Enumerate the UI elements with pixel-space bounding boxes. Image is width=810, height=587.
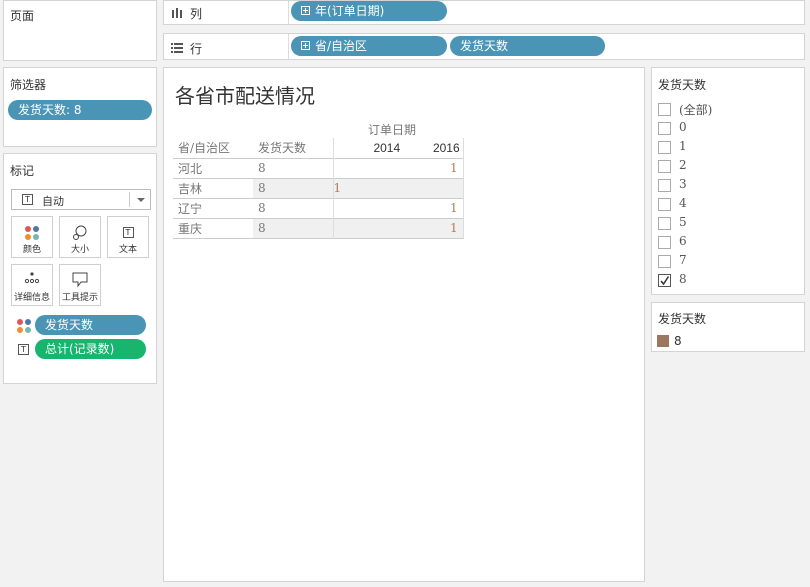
- filter-option-label[interactable]: 2: [679, 158, 687, 172]
- days-cell: 8: [258, 201, 266, 215]
- color-field-icon: [16, 318, 32, 334]
- column-header-label: 订单日期: [368, 123, 417, 137]
- chevron-down-icon[interactable]: [137, 198, 145, 202]
- filter-option-label[interactable]: 0: [679, 120, 687, 134]
- label-field-icon: T: [18, 344, 29, 355]
- province-cell: 重庆: [173, 218, 253, 238]
- filters-title: 筛选器: [10, 78, 47, 92]
- marks-pill-record-count[interactable]: 总计(记录数): [35, 339, 146, 359]
- filter-checkbox[interactable]: [658, 217, 671, 230]
- columns-label: 列: [190, 7, 203, 21]
- detail-button-label: 详细信息: [13, 293, 50, 303]
- text-mark-icon: T: [22, 194, 33, 205]
- tooltip-icon: [60, 272, 100, 290]
- filter-checkbox[interactable]: [658, 236, 671, 249]
- filter-option-label[interactable]: (全部): [679, 101, 712, 118]
- filter-pill-ship-days[interactable]: 发货天数: 8: [8, 100, 152, 120]
- table-row: 辽宁 8 1: [173, 198, 464, 218]
- province-cell: 吉林: [173, 178, 253, 198]
- legend-swatch[interactable]: [657, 335, 669, 347]
- tooltip-button-label: 工具提示: [61, 293, 98, 303]
- marks-pill-ship-days[interactable]: 发货天数: [35, 315, 146, 335]
- days-cell: 8: [258, 221, 266, 235]
- year-header-2014[interactable]: 2014: [332, 138, 404, 158]
- pages-card[interactable]: 页面: [3, 0, 157, 61]
- size-icon: [60, 224, 100, 242]
- value-cell[interactable]: 1: [332, 178, 404, 198]
- mark-type-value: 自动: [42, 195, 64, 208]
- column-pill-label: 年(订单日期): [315, 4, 385, 18]
- filter-option-label[interactable]: 3: [679, 177, 687, 191]
- detail-icon: [12, 272, 52, 290]
- filter-pill-label: 发货天数: 8: [18, 103, 82, 117]
- expand-icon[interactable]: [301, 6, 310, 15]
- row-pill-label: 发货天数: [460, 39, 509, 53]
- row-header-ship-days[interactable]: 发货天数: [253, 138, 333, 158]
- days-cell: 8: [258, 161, 266, 175]
- province-cell: 河北: [178, 161, 203, 176]
- legend-title: 发货天数: [658, 312, 707, 326]
- days-cell: 8: [258, 181, 266, 195]
- marks-title: 标记: [10, 164, 35, 178]
- filter-checkbox[interactable]: [658, 274, 671, 287]
- header-row: 省/自治区 发货天数 2014 2016: [173, 138, 464, 158]
- table-row: 重庆 8 1: [173, 218, 464, 238]
- filter-checkbox[interactable]: [658, 160, 671, 173]
- sheet-title: 各省市配送情况: [175, 84, 315, 108]
- legend-label: 8: [674, 334, 682, 348]
- color-icon: [12, 224, 52, 242]
- marks-pill-label: 发货天数: [45, 318, 94, 332]
- filter-option-label[interactable]: 7: [679, 253, 687, 267]
- rows-label: 行: [190, 42, 203, 56]
- filter-checkbox[interactable]: [658, 255, 671, 268]
- value-cell[interactable]: [332, 158, 404, 178]
- value-cell[interactable]: [332, 218, 404, 238]
- filter-option-label[interactable]: 5: [679, 215, 687, 229]
- row-pill-province[interactable]: 省/自治区: [291, 36, 447, 56]
- filter-checkbox[interactable]: [658, 122, 671, 135]
- filter-checkbox[interactable]: [658, 179, 671, 192]
- filter-checkbox[interactable]: [658, 103, 671, 116]
- value-cell[interactable]: [332, 198, 404, 218]
- size-button-label: 大小: [70, 245, 89, 255]
- columns-icon: [172, 7, 182, 18]
- text-button-label: 文本: [118, 245, 137, 255]
- color-button-label: 颜色: [22, 245, 41, 255]
- dropdown-divider: [129, 192, 130, 207]
- text-button[interactable]: T 文本: [107, 216, 149, 258]
- value-cell[interactable]: 1: [403, 158, 464, 178]
- color-legend-card[interactable]: 发货天数 8: [651, 302, 805, 352]
- size-button[interactable]: 大小: [59, 216, 101, 258]
- rows-icon: [171, 42, 183, 53]
- text-icon: T: [108, 224, 148, 242]
- row-pill-label: 省/自治区: [315, 39, 368, 53]
- province-cell: 辽宁: [178, 201, 203, 216]
- table-row: 吉林 8 1: [173, 178, 464, 198]
- detail-button[interactable]: 详细信息: [11, 264, 53, 306]
- filter-option-label[interactable]: 8: [679, 272, 687, 286]
- color-button[interactable]: 颜色: [11, 216, 53, 258]
- value-cell[interactable]: 1: [403, 198, 464, 218]
- filter-checkbox[interactable]: [658, 141, 671, 154]
- year-header-2016[interactable]: 2016: [403, 138, 464, 158]
- crosstab: 省/自治区 发货天数 2014 2016 河北 8 1 吉林 8 1 辽宁 8 …: [173, 138, 464, 239]
- filter-option-label[interactable]: 4: [679, 196, 687, 210]
- mark-type-select[interactable]: T 自动: [11, 189, 151, 210]
- filter-card-title: 发货天数: [658, 78, 707, 92]
- filter-option-label[interactable]: 1: [679, 139, 687, 153]
- table-row: 河北 8 1: [173, 158, 464, 178]
- expand-icon[interactable]: [301, 41, 310, 50]
- tooltip-button[interactable]: 工具提示: [59, 264, 101, 306]
- filter-option-label[interactable]: 6: [679, 234, 687, 248]
- marks-pill-label: 总计(记录数): [45, 342, 115, 356]
- value-cell[interactable]: 1: [403, 218, 464, 238]
- filter-card-ship-days[interactable]: 发货天数: [651, 67, 805, 295]
- filter-checkbox[interactable]: [658, 198, 671, 211]
- columns-shelf[interactable]: 列: [163, 0, 805, 25]
- value-cell[interactable]: [403, 178, 464, 198]
- column-pill-order-year[interactable]: 年(订单日期): [291, 1, 447, 21]
- row-pill-ship-days[interactable]: 发货天数: [450, 36, 605, 56]
- pages-title: 页面: [10, 9, 35, 23]
- row-header-province[interactable]: 省/自治区: [173, 138, 253, 158]
